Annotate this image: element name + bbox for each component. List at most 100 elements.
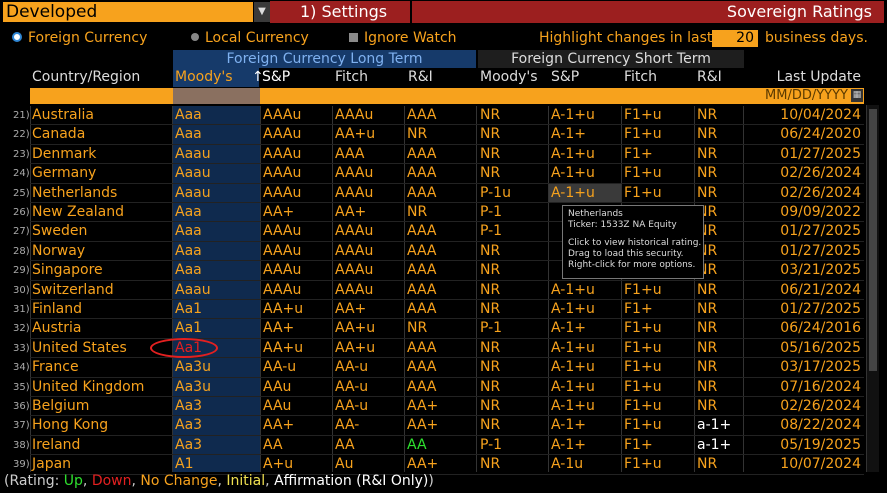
moodys-st-cell[interactable]: NR xyxy=(480,145,500,164)
ri-lt-cell[interactable]: NR xyxy=(407,319,427,338)
ri-st-cell[interactable]: NR xyxy=(697,145,717,164)
sp-st-cell[interactable]: A-1+u xyxy=(551,397,595,416)
country-cell[interactable]: Switzerland xyxy=(32,281,114,300)
sp-lt-cell[interactable]: AA+u xyxy=(263,300,303,319)
table-row[interactable]: 34) France Aa3u AA-u AA-u AAA NR A-1+u F1+u NR 03/… xyxy=(0,358,887,378)
last-update-cell[interactable]: 02/26/2024 xyxy=(744,164,861,183)
table-row[interactable]: 27) Sweden Aaa AAAu AAAu AAA P-1 NR 01/27/2025 xyxy=(0,222,887,242)
last-update-cell[interactable]: 07/16/2024 xyxy=(744,378,861,397)
moodys-st-cell[interactable]: P-1 xyxy=(480,319,502,338)
ri-lt-cell[interactable]: AAA xyxy=(407,184,437,203)
sp-lt-cell[interactable]: AAAu xyxy=(263,222,301,241)
ri-lt-cell[interactable]: AAA xyxy=(407,261,437,280)
table-row[interactable]: 31) Finland Aa1 AA+u AA+ AAA NR A-1+u F1+ NR 01/27… xyxy=(0,300,887,320)
last-update-cell[interactable]: 01/27/2025 xyxy=(744,145,861,164)
country-cell[interactable]: Denmark xyxy=(32,145,96,164)
country-cell[interactable]: Australia xyxy=(32,106,94,125)
ri-lt-cell[interactable]: AAA xyxy=(407,281,437,300)
moodys-lt-cell[interactable]: Aa3 xyxy=(175,436,202,455)
fitch-st-cell[interactable]: F1+u xyxy=(624,106,662,125)
fitch-st-cell[interactable]: F1+ xyxy=(624,436,653,455)
ri-st-cell[interactable]: NR xyxy=(697,397,717,416)
moodys-lt-cell[interactable]: Aaau xyxy=(175,184,211,203)
ri-st-cell[interactable]: NR xyxy=(697,164,717,183)
local-currency-radio[interactable]: Local Currency xyxy=(191,28,309,48)
ri-lt-cell[interactable]: AAA xyxy=(407,164,437,183)
sp-st-cell[interactable]: A-1+u xyxy=(551,378,595,397)
last-update-cell[interactable]: 05/16/2025 xyxy=(744,339,861,358)
moodys-lt-cell[interactable]: Aa3u xyxy=(175,378,211,397)
moodys-st-cell[interactable]: NR xyxy=(480,378,500,397)
fitch-lt-cell[interactable]: AA+u xyxy=(335,319,375,338)
fitch-lt-cell[interactable]: AAAu xyxy=(335,261,373,280)
table-row[interactable]: 35) United Kingdom Aa3u AAu AA-u AAA NR A-1+u F1… xyxy=(0,378,887,397)
table-row[interactable]: 23) Denmark Aaau AAAu AAA AAA NR A-1+u F1+ NR 01/2… xyxy=(0,145,887,165)
region-dropdown[interactable]: Developed xyxy=(3,2,253,22)
scrollbar-thumb[interactable] xyxy=(869,109,877,371)
fitch-st-cell[interactable]: F1+ xyxy=(624,145,653,164)
fitch-lt-cell[interactable]: AA-u xyxy=(335,397,368,416)
fitch-lt-cell[interactable]: AAAu xyxy=(335,222,373,241)
sp-lt-cell[interactable]: AAu xyxy=(263,378,291,397)
ri-lt-cell[interactable]: AAA xyxy=(407,242,437,261)
sp-lt-cell[interactable]: AAAu xyxy=(263,242,301,261)
sp-lt-cell[interactable]: AA+ xyxy=(263,319,294,338)
ri-st-cell[interactable]: NR xyxy=(697,184,717,203)
moodys-st-cell[interactable]: NR xyxy=(480,242,500,261)
ri-lt-cell[interactable]: NR xyxy=(407,125,427,144)
last-update-cell[interactable]: 08/22/2024 xyxy=(744,416,861,435)
ri-lt-cell[interactable]: AAA xyxy=(407,300,437,319)
sp-lt-cell[interactable]: AAAu xyxy=(263,145,301,164)
fitch-lt-cell[interactable]: AA+ xyxy=(335,300,366,319)
ri-lt-cell[interactable]: AA+ xyxy=(407,397,438,416)
sp-st-cell[interactable]: A-1+u xyxy=(551,300,595,319)
moodys-st-cell[interactable]: P-1u xyxy=(480,184,511,203)
moodys-st-cell[interactable]: NR xyxy=(480,164,500,183)
sp-st-cell[interactable]: A-1+u xyxy=(551,281,595,300)
vertical-scrollbar[interactable] xyxy=(866,105,879,472)
ri-st-cell[interactable]: NR xyxy=(697,339,717,358)
table-row[interactable]: 38) Ireland Aa3 AA AA AA P-1 A-1+ F1+ a-1+ 05/19/2… xyxy=(0,436,887,456)
chevron-down-icon[interactable]: ▼ xyxy=(253,2,270,22)
country-cell[interactable]: United Kingdom xyxy=(32,378,144,397)
fitch-lt-cell[interactable]: AAAu xyxy=(335,106,373,125)
sp-lt-cell[interactable]: AA+ xyxy=(263,203,294,222)
ri-lt-cell[interactable]: AAA xyxy=(407,358,437,377)
ri-lt-cell[interactable]: AAA xyxy=(407,378,437,397)
moodys-st-cell[interactable]: P-1 xyxy=(480,222,502,241)
country-cell[interactable]: Hong Kong xyxy=(32,416,108,435)
country-cell[interactable]: Austria xyxy=(32,319,81,338)
sp-lt-cell[interactable]: AAAu xyxy=(263,106,301,125)
country-cell[interactable]: United States xyxy=(32,339,127,358)
last-update-cell[interactable]: 10/04/2024 xyxy=(744,106,861,125)
col-header-st-sp[interactable]: S&P xyxy=(551,68,579,87)
ri-lt-cell[interactable]: AA xyxy=(407,436,427,455)
table-row[interactable]: 22) Canada Aaa AAAu AA+u NR NR A-1+ F1+u NR 06/24/… xyxy=(0,125,887,145)
last-update-cell[interactable]: 06/24/2020 xyxy=(744,125,861,144)
moodys-lt-cell[interactable]: Aaau xyxy=(175,281,211,300)
fitch-lt-cell[interactable]: AAAu xyxy=(335,242,373,261)
table-row[interactable]: 33) United States Aa1 AA+u AA+u AAA NR A-1+u F1+… xyxy=(0,339,887,359)
sp-st-cell[interactable]: A-1+u xyxy=(551,358,595,377)
table-row[interactable]: 21) Australia Aaa AAAu AAAu AAA NR A-1+u F1+u NR 1… xyxy=(0,106,887,126)
last-update-cell[interactable]: 03/21/2025 xyxy=(744,261,861,280)
fitch-st-cell[interactable]: F1+u xyxy=(624,358,662,377)
table-row[interactable]: 30) Switzerland Aaau AAAu AAAu AAA NR A-1+u F1+u… xyxy=(0,281,887,300)
fitch-lt-cell[interactable]: AAAu xyxy=(335,184,373,203)
fitch-lt-cell[interactable]: AA+u xyxy=(335,125,375,144)
table-row[interactable]: 28) Norway Aaa AAAu AAAu AAA NR NR 01/27/2025 xyxy=(0,242,887,262)
fitch-lt-cell[interactable]: AA- xyxy=(335,416,359,435)
fitch-st-cell[interactable]: F1+u xyxy=(624,416,662,435)
country-cell[interactable]: France xyxy=(32,358,79,377)
country-cell[interactable]: Belgium xyxy=(32,397,89,416)
fitch-st-cell[interactable]: F1+u xyxy=(624,125,662,144)
country-cell[interactable]: Sweden xyxy=(32,222,87,241)
country-cell[interactable]: Ireland xyxy=(32,436,80,455)
sp-st-cell[interactable]: A-1+u xyxy=(551,164,595,183)
table-row[interactable]: 24) Germany Aaau AAAu AAAu AAA NR A-1+u F1+u NR 02… xyxy=(0,164,887,184)
country-cell[interactable]: Netherlands xyxy=(32,184,117,203)
fitch-lt-cell[interactable]: AAAu xyxy=(335,281,373,300)
fitch-st-cell[interactable]: F1+u xyxy=(624,397,662,416)
ri-lt-cell[interactable]: AAA xyxy=(407,106,437,125)
sp-st-cell[interactable]: A-1+u xyxy=(551,106,595,125)
